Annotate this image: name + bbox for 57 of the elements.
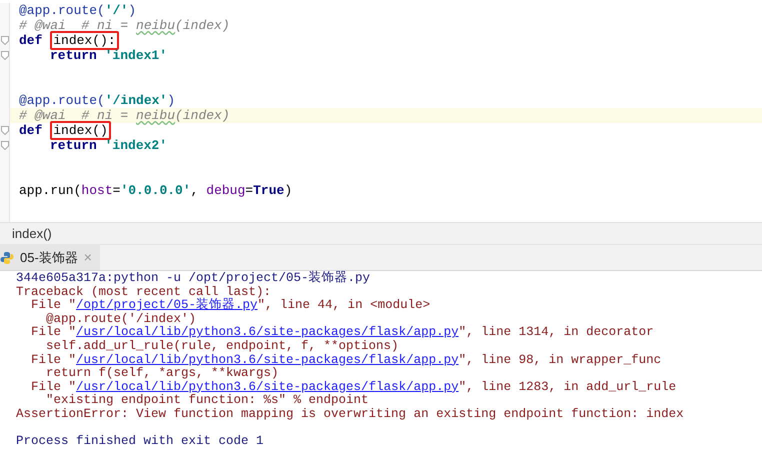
code-token: = — [112, 183, 120, 198]
fold-marker-icon[interactable] — [1, 36, 9, 45]
console-text: File " — [30, 326, 76, 340]
console-text: Traceback (most recent call last): — [16, 286, 272, 299]
highlighted-code: index(): — [50, 31, 119, 50]
console-text: 344e605a317a:python -u /opt/project/05-装饰器.py — [16, 272, 370, 286]
run-tab[interactable]: 05-装饰器 × — [0, 245, 100, 270]
file-link[interactable]: /usr/local/lib/python3.6/site-packages/flask/app.py — [76, 380, 459, 394]
code-token: debug — [206, 183, 246, 198]
file-link[interactable]: /usr/local/lib/python3.6/site-packages/flask/app.py — [76, 354, 459, 368]
console-text: File " — [30, 299, 76, 313]
code-token: '/index' — [104, 93, 168, 108]
code-token: def — [19, 33, 44, 48]
code-token: '0.0.0.0' — [120, 183, 191, 198]
file-link[interactable]: /opt/project/05-装饰器.py — [76, 299, 258, 313]
console-text: File " — [30, 380, 76, 394]
console-text: self.add_url_rule(rule, endpoint, f, **options) — [45, 340, 399, 354]
tab-label: 05-装饰器 — [20, 248, 78, 267]
console-text: File " — [30, 354, 76, 368]
code-token: return — [50, 138, 98, 153]
console-text: ", line 1314, in decorator — [458, 326, 654, 340]
code-token: = — [245, 183, 254, 198]
fold-marker-icon[interactable] — [1, 126, 9, 135]
code-token: @app.route( — [19, 93, 105, 108]
code-token: @app.route( — [19, 3, 105, 18]
breadcrumb[interactable]: index() — [12, 224, 52, 244]
code-token: ) — [167, 93, 176, 108]
console-text: "existing endpoint function: %s" % endpoint — [45, 394, 369, 408]
console-text: ", line 98, in wrapper_func — [458, 354, 662, 368]
python-logo-icon — [0, 250, 14, 264]
code-token: True — [253, 183, 284, 198]
code-token: # @wai # ni = — [19, 18, 130, 33]
code-token: '/' — [104, 3, 128, 18]
console-text: ", line 1283, in add_url_rule — [458, 380, 676, 394]
code-token: ) — [284, 183, 292, 198]
code-token: neibu — [136, 108, 176, 123]
code-token: (index) — [175, 108, 230, 123]
console-text: return f(self, *args, **kwargs) — [45, 367, 279, 381]
console-text: ", line 44, in <module> — [258, 299, 430, 313]
fold-marker-icon[interactable] — [1, 51, 9, 60]
file-link[interactable]: /usr/local/lib/python3.6/site-packages/flask/app.py — [76, 326, 459, 340]
code-token: def — [19, 123, 44, 138]
code-token: 'index1' — [104, 48, 168, 63]
code-token: (index) — [175, 18, 230, 33]
code-token: 'index2' — [104, 138, 168, 153]
code-token: ) — [128, 3, 136, 18]
code-token: return — [50, 48, 98, 63]
console-text: @app.route('/index') — [45, 312, 196, 326]
code-token: neibu — [136, 18, 176, 33]
console-text: AssertionError: View function mapping is overwriting an existing endpoint function: index — [16, 408, 684, 422]
highlighted-code: index() — [50, 121, 111, 140]
console-text: Process finished with exit code 1 — [16, 435, 264, 449]
code-token: # @wai # ni = — [19, 108, 130, 123]
code-token: app.run( — [19, 183, 82, 198]
code-token: host — [81, 183, 113, 198]
code-token: , — [190, 183, 200, 198]
fold-marker-icon[interactable] — [1, 141, 9, 150]
